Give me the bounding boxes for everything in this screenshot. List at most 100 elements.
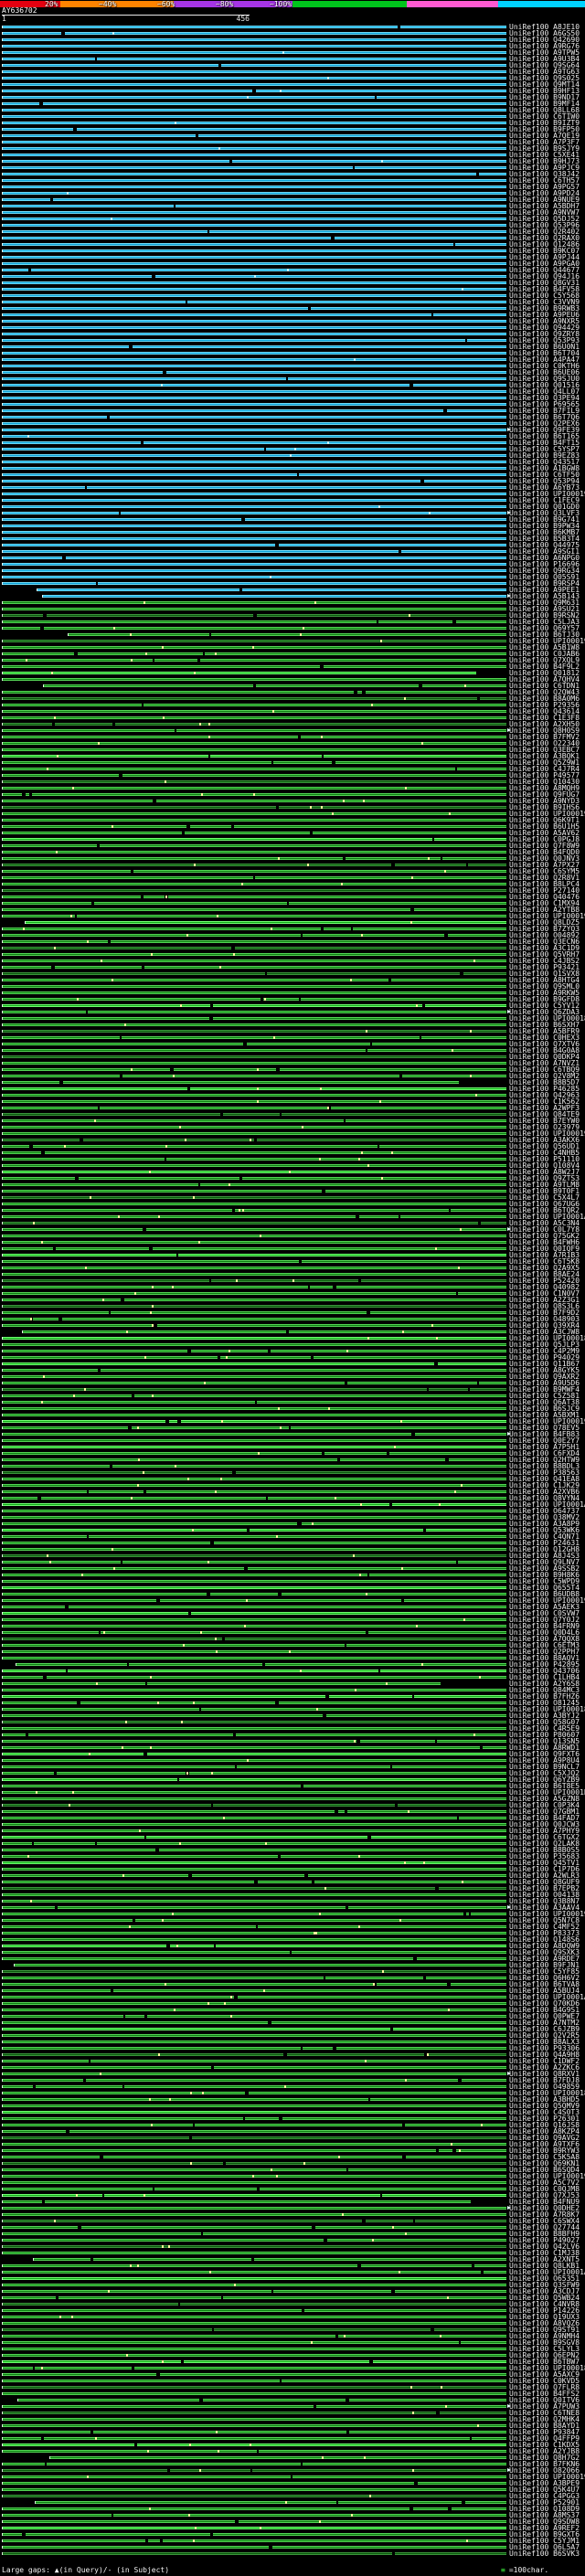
hit-label[interactable]: UniRef100_Q9SML0 (509, 983, 580, 990)
hit-label[interactable]: UniRef100_C6SYM5 (509, 868, 580, 875)
hit-bar[interactable] (2, 2060, 506, 2062)
hit-bar[interactable] (2, 1107, 506, 1109)
hit-label[interactable]: UniRef100_O04138 (509, 1892, 580, 1898)
hit-label[interactable]: UniRef100_Q42963 (509, 1092, 580, 1098)
hit-label[interactable]: UniRef100_Q11B67 (509, 1361, 580, 1367)
hit-label[interactable]: UniRef100_Q5VRH7 (509, 951, 580, 958)
hit-bar[interactable] (2, 672, 476, 674)
hit-label[interactable]: UniRef100_Q40982 (509, 1284, 580, 1290)
hit-label[interactable]: UniRef100_C3VVN9 (509, 299, 580, 305)
hit-bar[interactable] (2, 1350, 506, 1352)
hit-label[interactable]: UniRef100_Q2R8V1 (509, 875, 580, 881)
hit-label[interactable]: UniRef100_A9RDE7 (509, 1956, 580, 1962)
hit-bar[interactable] (2, 1810, 506, 1813)
hit-bar[interactable] (2, 1791, 506, 1794)
hit-label[interactable]: UniRef100_C4NVR8 (509, 2301, 580, 2307)
hit-bar[interactable] (2, 1797, 506, 1800)
hit-bar[interactable] (2, 748, 506, 751)
hit-label[interactable]: UniRef100_Q9SJU0 (509, 376, 580, 382)
hit-bar[interactable] (2, 2527, 506, 2529)
hit-bar[interactable] (2, 390, 506, 393)
hit-bar[interactable] (2, 429, 506, 431)
hit-label[interactable]: UniRef100_A7PHY9 (509, 1828, 580, 1834)
hit-label[interactable]: UniRef100_C0QJM8 (509, 2186, 580, 2192)
hit-bar[interactable] (2, 1267, 506, 1269)
hit-label[interactable]: UniRef100_A9TPW5 (509, 49, 580, 56)
hit-bar[interactable] (2, 1388, 506, 1391)
hit-bar[interactable] (2, 166, 506, 169)
hit-bar[interactable] (2, 1433, 506, 1436)
hit-label[interactable]: UniRef100_A3AKX6 (509, 1137, 580, 1143)
hit-bar[interactable] (2, 761, 506, 764)
hit-label[interactable]: UniRef100_P69565 (509, 401, 580, 408)
hit-bar[interactable] (2, 409, 506, 412)
hit-label[interactable]: UniRef100_A2YJB8 (509, 2448, 580, 2454)
hit-bar[interactable] (2, 665, 506, 668)
hit-bar[interactable] (49, 2456, 506, 2459)
hit-bar[interactable] (2, 352, 506, 355)
hit-bar[interactable] (2, 1094, 506, 1097)
hit-bar[interactable] (2, 186, 506, 188)
hit-label[interactable]: UniRef100_Q5QMV9 (509, 2103, 580, 2109)
hit-bar[interactable] (2, 448, 506, 451)
hit-bar[interactable] (2, 2450, 506, 2453)
hit-label[interactable]: UniRef100_B9MF14 (509, 101, 580, 107)
hit-bar[interactable] (2, 819, 506, 822)
hit-label[interactable]: UniRef100_Q9MT14 (509, 81, 580, 88)
hit-bar[interactable] (2, 2392, 506, 2395)
hit-label[interactable]: UniRef100_C6TGX2 (509, 1834, 580, 1840)
hit-label[interactable]: UniRef100_Q4A9H8 (509, 2051, 580, 2058)
hit-label[interactable]: UniRef100_B9HJ73 (509, 158, 580, 164)
hit-label[interactable]: UniRef100_A9U5D6 (509, 1380, 580, 1386)
hit-label[interactable]: UniRef100_Q7XJ53 (509, 2192, 580, 2199)
hit-label[interactable]: UniRef100_A5GZN8 (509, 1796, 580, 1802)
hit-bar[interactable] (2, 1644, 506, 1647)
hit-label[interactable]: UniRef100_P83373 (509, 1930, 580, 1936)
hit-label[interactable]: UniRef100_UPI0001A9915B (509, 1214, 585, 1220)
hit-bar[interactable] (2, 365, 506, 367)
hit-label[interactable]: UniRef100_UPI00019B14E0 (509, 811, 585, 817)
hit-bar[interactable] (2, 243, 506, 246)
hit-label[interactable]: UniRef100_B7FIL9 (509, 408, 580, 414)
hit-bar[interactable] (2, 2066, 506, 2069)
hit-label[interactable]: UniRef100_A8MQH9 (509, 785, 580, 791)
hit-label[interactable]: UniRef100_C6ETM3 (509, 1642, 580, 1648)
hit-bar[interactable] (2, 2507, 506, 2510)
hit-bar[interactable] (2, 1375, 506, 1378)
hit-label[interactable]: UniRef100_B6SXH7 (509, 1022, 580, 1028)
hit-bar[interactable] (2, 2303, 506, 2306)
hit-label[interactable]: UniRef100_Q67UG6 (509, 1201, 580, 1207)
hit-label[interactable]: UniRef100_Q4LL07 (509, 388, 580, 395)
hit-label[interactable]: UniRef100_A9NMH4 (509, 2333, 580, 2339)
hit-label[interactable]: UniRef100_Q5Z9W1 (509, 759, 580, 766)
hit-bar[interactable] (2, 2405, 506, 2408)
hit-bar[interactable] (2, 806, 506, 809)
hit-bar[interactable] (2, 2290, 506, 2293)
hit-bar[interactable] (2, 1522, 506, 1525)
hit-label[interactable]: UniRef100_C4NHB5 (509, 1150, 580, 1156)
hit-bar[interactable] (2, 1490, 506, 1493)
hit-label[interactable]: UniRef100_Q58G07 (509, 1719, 580, 1725)
hit-label[interactable]: UniRef100_Q2QW43 (509, 689, 580, 695)
hit-label[interactable]: UniRef100_B7F9D2 (509, 1309, 580, 1316)
hit-label[interactable]: UniRef100_B6T7Q6 (509, 414, 580, 420)
hit-bar[interactable] (2, 1606, 506, 1608)
hit-label[interactable]: UniRef100_P93847 (509, 2429, 580, 2435)
hit-bar[interactable] (2, 2143, 506, 2146)
hit-bar[interactable] (2, 2488, 506, 2491)
hit-label[interactable]: UniRef100_A3BPE9 (509, 2480, 580, 2486)
hit-bar[interactable] (2, 2079, 506, 2082)
hit-label[interactable]: UniRef100_B4FFS2 (509, 2390, 580, 2397)
hit-label[interactable]: UniRef100_Q9S025 (509, 75, 580, 81)
hit-bar[interactable] (2, 51, 506, 54)
hit-bar[interactable] (2, 294, 506, 297)
hit-bar[interactable] (2, 1849, 506, 1851)
hit-bar[interactable] (2, 1017, 506, 1020)
hit-label[interactable]: UniRef100_Q9RG34 (509, 567, 580, 574)
hit-label[interactable]: UniRef100_C1KDX5 (509, 2442, 580, 2448)
hit-label[interactable]: UniRef100_Q9LNV7 (509, 1559, 580, 1565)
hit-bar[interactable] (2, 1164, 506, 1167)
hit-label[interactable]: UniRef100_Q6AT38 (509, 1399, 580, 1405)
hit-label[interactable]: UniRef100_Q2A9X5 (509, 1265, 580, 1271)
hit-label[interactable]: UniRef100_UPI000192B7C3 (509, 1418, 585, 1425)
